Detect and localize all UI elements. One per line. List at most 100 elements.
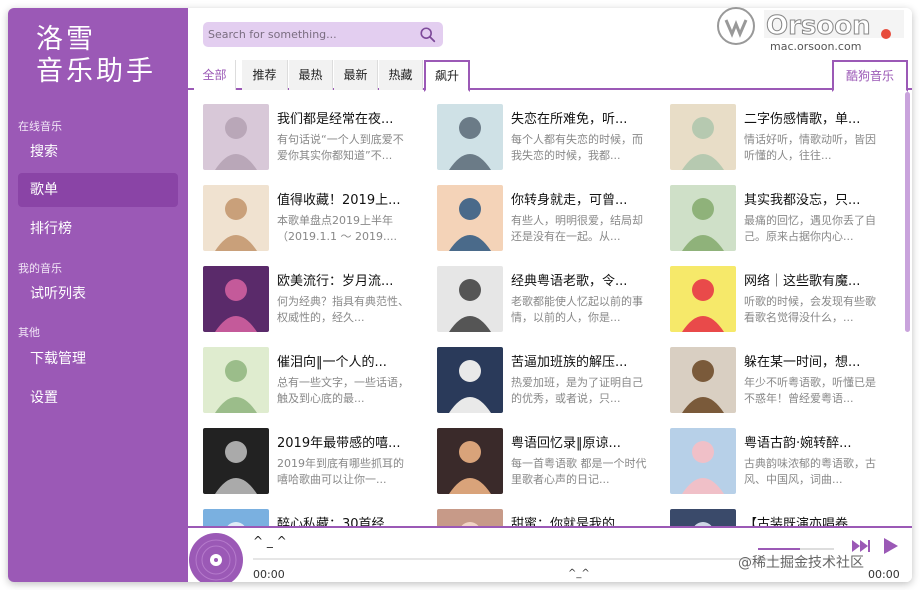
playlist-description: 最痛的回忆，遇见你丢了自己。原来占据你内心... <box>744 214 876 243</box>
playlist-cover[interactable] <box>670 266 736 332</box>
current-time: 00:00 <box>253 568 285 581</box>
playlist-description: 2019年到底有哪些抓耳的嘻哈歌曲可以让你一... <box>277 457 404 486</box>
volume-level <box>758 548 800 550</box>
playlist-card[interactable]: 二字伤感情歌，单... 情话好听，情歌动听，皆因听懂的人，往往... <box>670 104 890 174</box>
svg-text:Orsoon: Orsoon <box>766 11 871 41</box>
playlist-title[interactable]: 我们都是经常在夜... <box>277 108 413 127</box>
playlist-title[interactable]: 其实我都没忘，只... <box>744 189 880 208</box>
sidebar-item-charts[interactable]: 排行榜 <box>18 212 178 246</box>
tab-newest[interactable]: 最新 <box>334 60 378 90</box>
playlist-title[interactable]: 欧美流行：岁月流... <box>277 270 413 289</box>
progress-bar[interactable] <box>253 558 813 560</box>
playlist-card[interactable]: 值得收藏！2019上... 本歌单盘点2019上半年（2019.1.1 ～ 201… <box>203 185 423 255</box>
playlist-card[interactable]: 催泪向‖一个人的... 总有一些文字，一些话语，触及到心底的最... <box>203 347 423 417</box>
playlist-card[interactable]: 欧美流行：岁月流... 何为经典？指具有典范性、权威性的，经久... <box>203 266 423 336</box>
playlist-title[interactable]: 粤语回忆录‖原谅... <box>511 432 647 451</box>
playlist-description: 热爱加班，是为了证明自己的优秀，或者说，只... <box>511 376 643 405</box>
group-title-other: 其他 <box>18 326 40 339</box>
playlist-card[interactable]: 其实我都没忘，只... 最痛的回忆，遇见你丢了自己。原来占据你内心... <box>670 185 890 255</box>
now-playing-title: ^ _ ^ <box>253 534 287 548</box>
tab-hot-favorites[interactable]: 热藏 <box>379 60 423 90</box>
playlist-cover[interactable] <box>203 104 269 170</box>
search-box <box>203 22 443 47</box>
tab-recommend[interactable]: 推荐 <box>242 60 288 90</box>
playlist-cover[interactable] <box>437 428 503 494</box>
playlist-cover[interactable] <box>670 428 736 494</box>
playlist-card[interactable]: 你转身就走，可曾... 有些人，明明很爱，结局却还是没有在一起。从... <box>437 185 657 255</box>
playlist-description: 古典韵味浓郁的粤语歌，古风、中国风，词曲... <box>744 457 876 486</box>
album-disc-icon[interactable] <box>188 528 244 582</box>
total-time: 00:00 <box>868 568 900 581</box>
playlist-description: 总有一些文字，一些话语，触及到心底的最... <box>277 376 409 405</box>
lyric-placeholder: ^_^ <box>568 568 590 579</box>
playlist-cover[interactable] <box>670 185 736 251</box>
watermark-juejin: @稀土掘金技术社区 <box>738 555 864 571</box>
playlist-description: 老歌都能使人忆起以前的事情，以前的人，你是... <box>511 295 643 324</box>
playlist-description: 年少不听粤语歌，听懂已是不惑年！曾经爱粤语... <box>744 376 876 405</box>
playlist-description: 有些人，明明很爱，结局却还是没有在一起。从... <box>511 214 643 243</box>
play-icon[interactable] <box>880 536 902 556</box>
playlist-description: 每个人都有失恋的时候，而我失恋的时候，我都... <box>511 133 643 162</box>
playlist-grid: 我们都是经常在夜... 有句话说“一个人到底爱不爱你其实你都知道”不... 失恋在所… <box>188 92 904 528</box>
group-title-online: 在线音乐 <box>18 120 62 133</box>
tab-hottest[interactable]: 最热 <box>289 60 333 90</box>
playlist-title[interactable]: 2019年最带感的嘻... <box>277 432 413 451</box>
playlist-title[interactable]: 粤语古韵·婉转醉... <box>744 432 880 451</box>
playlist-title[interactable]: 二字伤感情歌，单... <box>744 108 880 127</box>
sidebar-item-search[interactable]: 搜索 <box>18 135 178 169</box>
logo-line-1: 洛雪 <box>36 24 96 55</box>
playlist-card[interactable]: 粤语回忆录‖原谅... 每一首粤语歌 都是一个时代里歌者心声的日记... <box>437 428 657 498</box>
sidebar-item-listen-list[interactable]: 试听列表 <box>18 277 178 311</box>
playlist-title[interactable]: 苦逼加班族的解压... <box>511 351 647 370</box>
group-title-my-music: 我的音乐 <box>18 262 62 275</box>
scrollbar[interactable] <box>905 92 910 332</box>
playlist-title[interactable]: 值得收藏！2019上... <box>277 189 413 208</box>
playlist-cover[interactable] <box>437 104 503 170</box>
playlist-title[interactable]: 失恋在所难免，听... <box>511 108 647 127</box>
search-input[interactable] <box>208 24 413 45</box>
playlist-card[interactable]: 粤语古韵·婉转醉... 古典韵味浓郁的粤语歌，古风、中国风，词曲... <box>670 428 890 498</box>
playlist-description: 每一首粤语歌 都是一个时代里歌者心声的日记... <box>511 457 647 486</box>
tab-source-kugou[interactable]: 酷狗音乐 <box>832 60 908 92</box>
logo-line-2: 音乐助手 <box>36 56 156 87</box>
playlist-card[interactable]: 2019年最带感的嘻... 2019年到底有哪些抓耳的嘻哈歌曲可以让你一... <box>203 428 423 498</box>
playlist-cover[interactable] <box>437 185 503 251</box>
sidebar-item-settings[interactable]: 设置 <box>18 381 178 415</box>
sidebar-item-playlists[interactable]: 歌单 <box>18 173 178 207</box>
playlist-title[interactable]: 你转身就走，可曾... <box>511 189 647 208</box>
playlist-card[interactable]: 网络｜这些歌有魔... 听歌的时候，会发现有些歌看歌名觉得没什么，... <box>670 266 890 336</box>
sidebar: 洛雪 音乐助手 在线音乐 搜索 歌单 排行榜 我的音乐 试听列表 其他 下载管理… <box>8 8 188 582</box>
watermark-site: mac.orsoon.com <box>770 40 862 53</box>
playlist-card[interactable]: 经典粤语老歌，令... 老歌都能使人忆起以前的事情，以前的人，你是... <box>437 266 657 336</box>
tab-rising[interactable]: 飙升 <box>424 60 470 92</box>
playlist-card[interactable]: 失恋在所难免，听... 每个人都有失恋的时候，而我失恋的时候，我都... <box>437 104 657 174</box>
playlist-description: 有句话说“一个人到底爱不爱你其实你都知道”不... <box>277 133 404 162</box>
sidebar-item-downloads[interactable]: 下载管理 <box>18 342 178 376</box>
playlist-title[interactable]: 催泪向‖一个人的... <box>277 351 413 370</box>
playlist-cover[interactable] <box>203 185 269 251</box>
app-logo: 洛雪 音乐助手 <box>36 24 156 88</box>
playlist-cover[interactable] <box>437 347 503 413</box>
playlist-cover[interactable] <box>203 266 269 332</box>
tab-all[interactable]: 全部 <box>194 60 236 90</box>
search-icon[interactable] <box>419 26 437 44</box>
main-panel: 全部 推荐 最热 最新 热藏 飙升 酷狗音乐 我们都是经常在夜... 有句话说“一… <box>188 8 912 582</box>
playlist-cover[interactable] <box>670 104 736 170</box>
playlist-title[interactable]: 经典粤语老歌，令... <box>511 270 647 289</box>
playlist-cover[interactable] <box>203 347 269 413</box>
volume-slider[interactable] <box>758 548 834 550</box>
app-window: 洛雪 音乐助手 在线音乐 搜索 歌单 排行榜 我的音乐 试听列表 其他 下载管理… <box>8 8 912 582</box>
playlist-description: 听歌的时候，会发现有些歌看歌名觉得没什么，... <box>744 295 876 324</box>
playlist-cover[interactable] <box>670 347 736 413</box>
playlist-title[interactable]: 躲在某一时间，想... <box>744 351 880 370</box>
playlist-cover[interactable] <box>437 266 503 332</box>
tab-bar: 全部 推荐 最热 最新 热藏 飙升 酷狗音乐 <box>188 60 912 92</box>
playlist-card[interactable]: 我们都是经常在夜... 有句话说“一个人到底爱不爱你其实你都知道”不... <box>203 104 423 174</box>
playlist-card[interactable]: 躲在某一时间，想... 年少不听粤语歌，听懂已是不惑年！曾经爱粤语... <box>670 347 890 417</box>
playlist-cover[interactable] <box>203 428 269 494</box>
playlist-card[interactable]: 苦逼加班族的解压... 热爱加班，是为了证明自己的优秀，或者说，只... <box>437 347 657 417</box>
playlist-description: 何为经典？指具有典范性、权威性的，经久... <box>277 295 409 324</box>
playlist-description: 情话好听，情歌动听，皆因听懂的人，往往... <box>744 133 876 162</box>
playlist-title[interactable]: 网络｜这些歌有魔... <box>744 270 880 289</box>
playlist-description: 本歌单盘点2019上半年（2019.1.1 ～ 2019.... <box>277 214 397 243</box>
